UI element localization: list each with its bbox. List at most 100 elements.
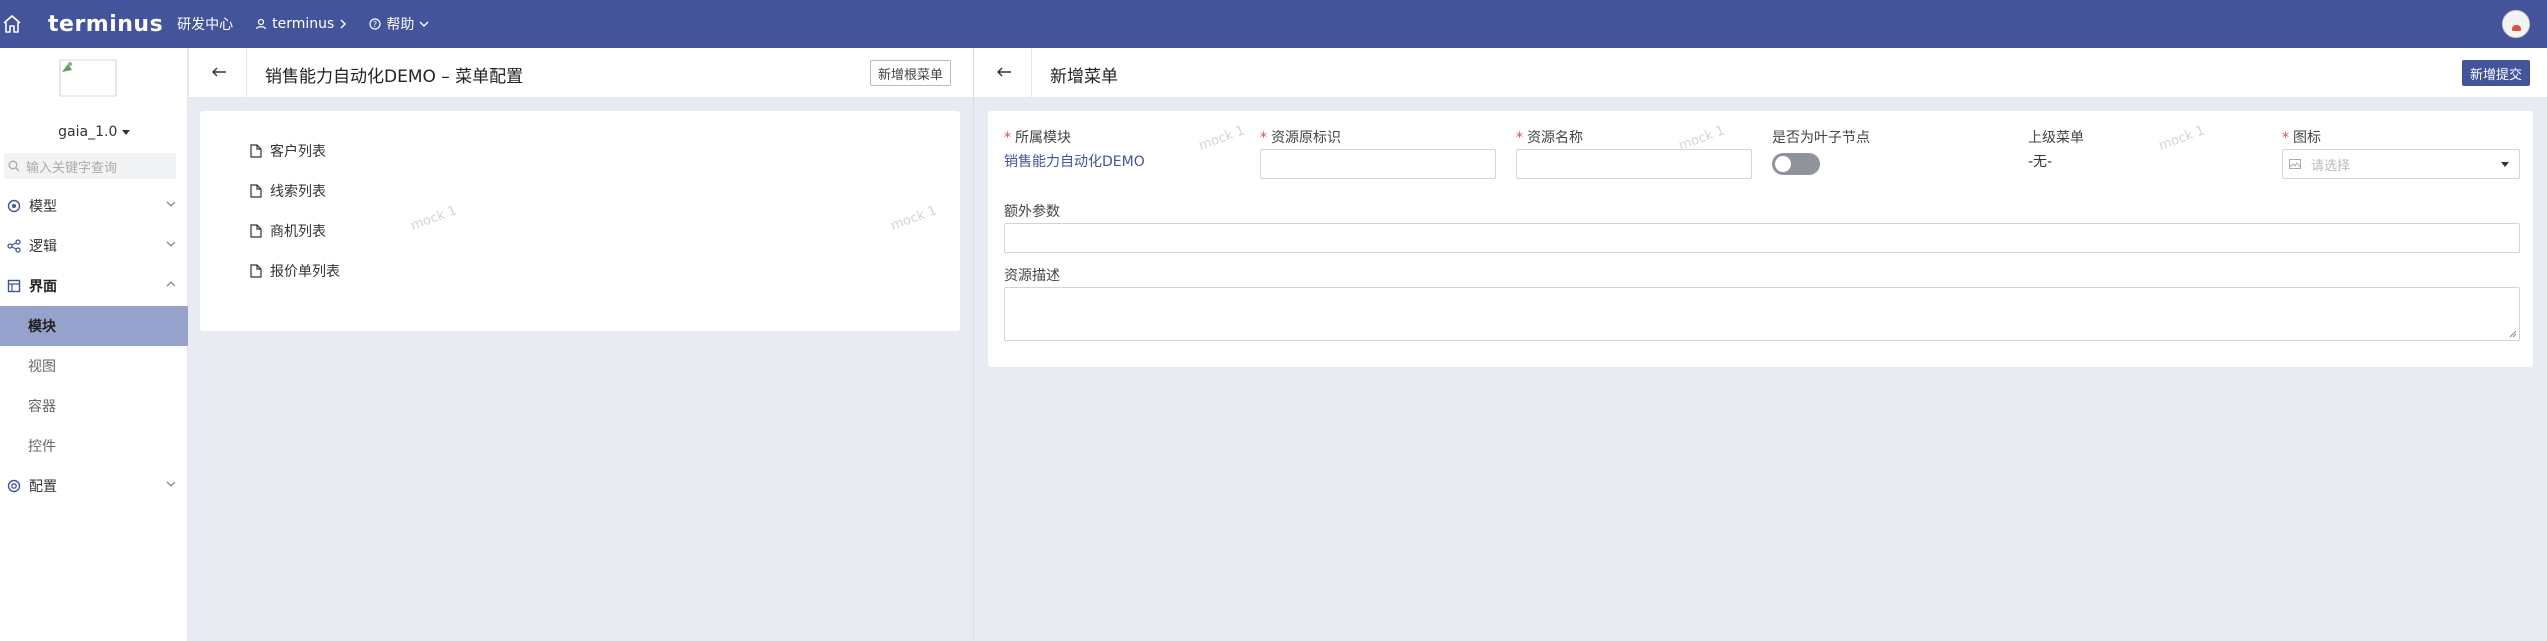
icon-select[interactable]: 请选择 [2282,149,2520,179]
nav-terminus[interactable]: terminus [255,16,347,32]
search-placeholder: 输入关键字查询 [26,160,118,176]
is-leaf-label: 是否为叶子节点 [1772,130,1870,146]
chevron-right-icon [340,19,347,29]
search-input[interactable]: 输入关键字查询 [4,153,176,179]
description-textarea[interactable] [1004,287,2520,341]
help-icon: ? [369,18,381,30]
sidebar-item-label: 模块 [28,319,56,335]
add-root-menu-button[interactable]: 新增根菜单 [870,60,952,86]
new-menu-form: * 所属模块 销售能力自动化DEMO * 资源原标识 * 资源名称 是否为叶子节点 上… [988,111,2533,367]
chevron-down-icon [166,481,176,487]
sidebar-item-view[interactable]: 视图 [0,346,188,386]
sidebar-item-module[interactable]: 模块 [0,306,188,346]
nav-help[interactable]: ? 帮助 [369,14,429,34]
sidebar-item-container[interactable]: 容器 [0,386,188,426]
sidebar-item-control[interactable]: 控件 [0,426,188,466]
module-label-text: 所属模块 [1015,130,1071,146]
sidebar-group-label: 配置 [29,479,57,495]
image-icon [2289,159,2301,169]
resize-grip-icon[interactable] [2509,330,2517,338]
description-label: 资源描述 [1004,268,1060,284]
parent-menu-value: -无- [2028,154,2053,170]
new-menu-header: 新增菜单 新增提交 [974,48,2547,98]
tree-item-label: 报价单列表 [270,264,340,280]
resource-name-input[interactable] [1516,149,1752,179]
menu-tree-panel: 客户列表 线索列表 商机列表 报价单列表 mock 1 mock 1 [200,111,960,331]
sidebar-group-label: 模型 [29,199,57,215]
svg-text:?: ? [373,20,377,29]
sidebar: gaia_1.0 输入关键字查询 模型 逻辑 界面 模块 视图 容器 控件 配置 [0,48,188,641]
chevron-down-icon [419,21,429,27]
tree-item[interactable]: 商机列表 [250,221,326,241]
extra-params-label: 额外参数 [1004,204,1060,220]
resource-name-label-text: 资源名称 [1527,130,1583,146]
file-icon [250,144,262,158]
resource-key-label-text: 资源原标识 [1271,130,1341,146]
top-bar: terminus 研发中心 terminus ? 帮助 [0,0,2547,48]
module-value: 销售能力自动化DEMO [1004,154,1145,170]
is-leaf-toggle[interactable] [1772,153,1820,175]
icon-label: * 图标 [2282,127,2321,147]
submit-button[interactable]: 新增提交 [2461,60,2530,86]
file-icon [250,224,262,238]
user-avatar[interactable] [2502,10,2530,38]
tree-item-label: 商机列表 [270,224,326,240]
model-icon [7,199,21,213]
sidebar-group-label: 逻辑 [29,239,57,255]
config-icon [7,479,21,493]
tree-item-label: 线索列表 [270,184,326,200]
watermark: mock 1 [1196,123,1247,154]
nav-rd-center[interactable]: 研发中心 [177,14,233,34]
nav-terminus-label: terminus [272,16,335,32]
caret-down-icon [121,130,130,135]
sidebar-item-label: 容器 [28,399,56,415]
header-divider [1031,48,1032,98]
tree-item[interactable]: 线索列表 [250,181,326,201]
nav-help-label: 帮助 [386,17,415,33]
chevron-down-icon [166,241,176,247]
sidebar-group-model[interactable]: 模型 [0,186,188,226]
chevron-up-icon [166,281,176,287]
form-title: 新增菜单 [1050,67,1118,87]
sidebar-group-config[interactable]: 配置 [0,466,188,506]
file-icon [250,264,262,278]
sidebar-menu: 模型 逻辑 界面 模块 视图 容器 控件 配置 [0,186,188,506]
version-selector[interactable]: gaia_1.0 [0,124,188,140]
resource-name-label: * 资源名称 [1516,127,1583,147]
ui-icon [7,279,21,293]
chevron-down-icon [166,201,176,207]
parent-menu-label: 上级菜单 [2028,130,2084,146]
search-icon [8,160,20,172]
tree-item[interactable]: 客户列表 [250,141,326,161]
terminus-logo[interactable]: terminus [48,12,163,37]
sidebar-group-ui[interactable]: 界面 [0,266,188,306]
org-icon [256,18,267,30]
page-title: 销售能力自动化DEMO – 菜单配置 [265,67,524,87]
sidebar-item-label: 视图 [28,359,56,375]
tree-item[interactable]: 报价单列表 [250,261,340,281]
watermark: mock 1 [408,203,459,234]
version-label: gaia_1.0 [58,124,118,140]
panel-divider[interactable] [973,48,974,641]
caret-down-icon [2501,162,2509,167]
required-mark: * [2282,130,2289,146]
home-icon[interactable] [0,12,24,36]
back-arrow-icon[interactable] [994,62,1014,82]
menu-config-header: 销售能力自动化DEMO – 菜单配置 新增根菜单 [189,48,973,98]
back-arrow-icon[interactable] [209,62,229,82]
sidebar-group-logic[interactable]: 逻辑 [0,226,188,266]
required-mark: * [1260,130,1267,146]
resource-key-input[interactable] [1260,149,1496,179]
tree-item-label: 客户列表 [270,144,326,160]
logic-icon [7,239,21,253]
resource-key-label: * 资源原标识 [1260,127,1341,147]
module-label: * 所属模块 [1004,127,1071,147]
nav-rd-center-label: 研发中心 [177,17,234,33]
watermark: mock 1 [888,203,939,234]
extra-params-input[interactable] [1004,223,2520,253]
icon-label-text: 图标 [2293,130,2321,146]
required-mark: * [1004,130,1011,146]
sidebar-item-label: 控件 [28,439,56,455]
sidebar-group-label: 界面 [29,279,57,295]
watermark: mock 1 [2156,123,2207,154]
